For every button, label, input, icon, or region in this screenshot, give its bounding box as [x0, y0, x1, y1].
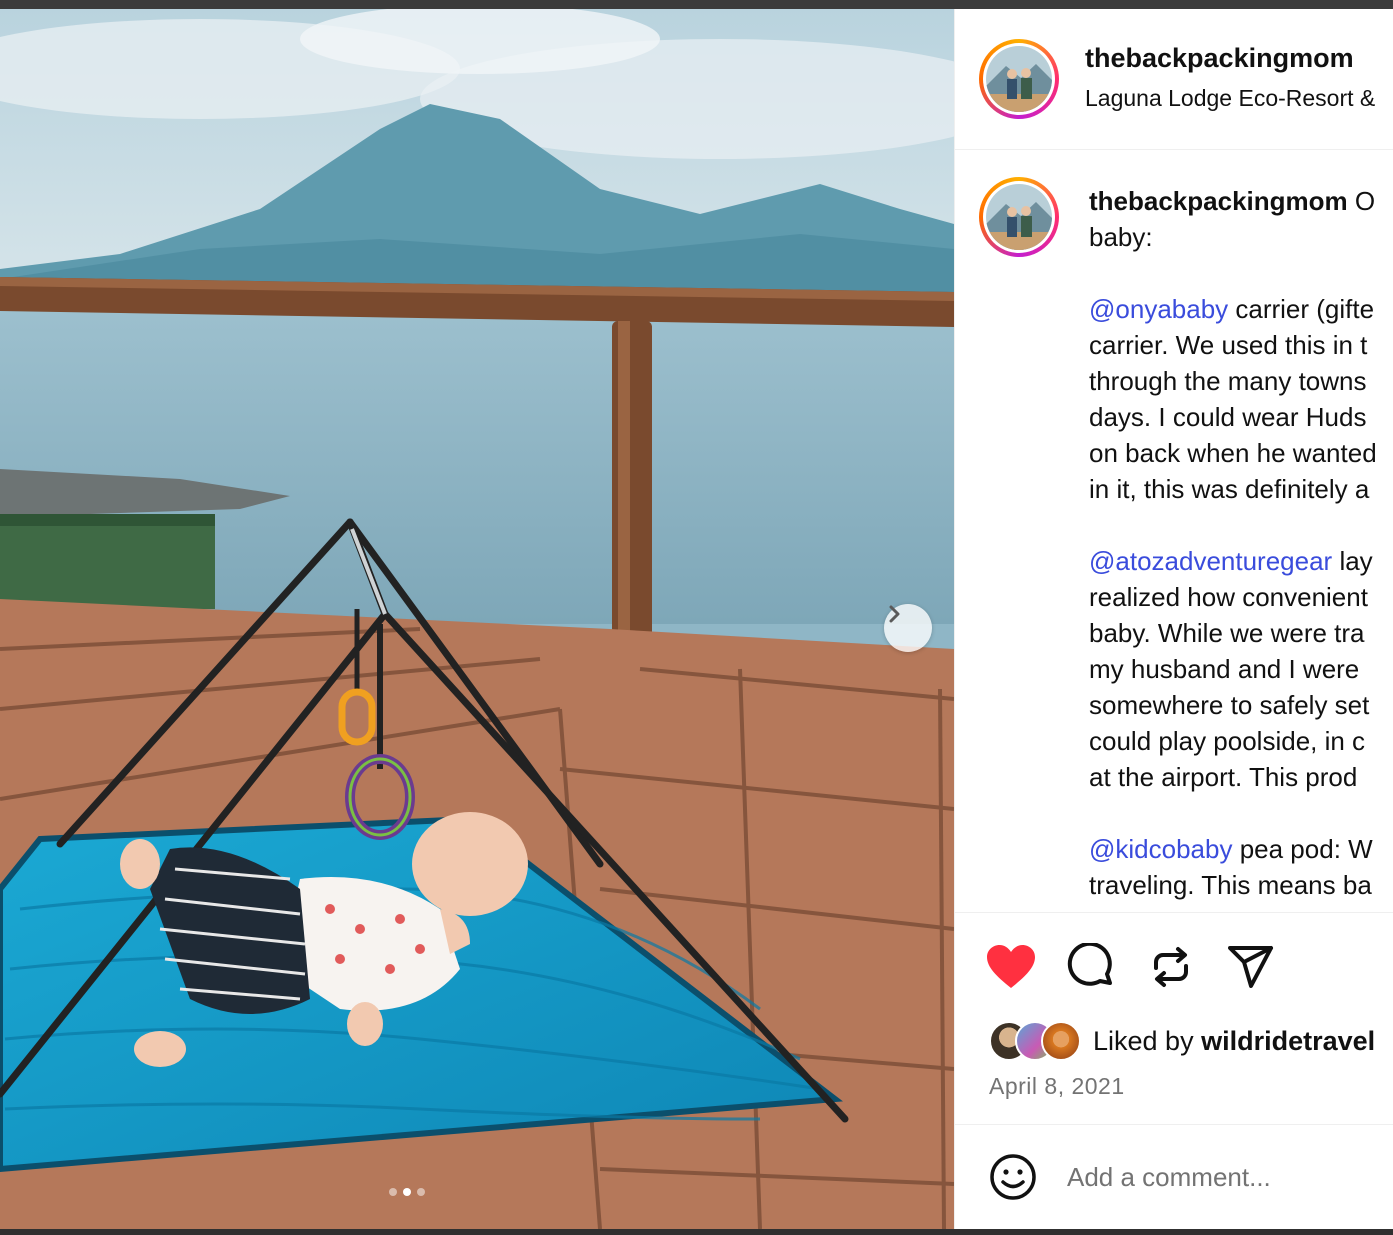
caption-line: lay — [1332, 546, 1373, 576]
carousel-dot — [417, 1188, 425, 1196]
mention-link[interactable]: @kidcobaby — [1089, 834, 1232, 864]
caption-line: days. I could wear Huds — [1089, 402, 1367, 432]
liker-avatar[interactable] — [1041, 1021, 1081, 1061]
mention-link[interactable]: @onyababy — [1089, 294, 1228, 324]
carousel-dot — [389, 1188, 397, 1196]
comment-input[interactable] — [1067, 1155, 1387, 1199]
caption-line: carrier (gifte — [1228, 294, 1375, 324]
caption-line: at the airport. This prod — [1089, 762, 1358, 792]
comment-icon — [1067, 943, 1112, 986]
next-slide-button[interactable] — [884, 604, 932, 652]
share-icon — [1228, 946, 1273, 988]
liked-by-username[interactable]: wildridetravel — [1201, 1026, 1375, 1056]
caption-line: through the many towns — [1089, 366, 1367, 396]
browser-bottom-strip — [0, 1229, 1393, 1235]
caption-scroll-area[interactable]: thebackpackingmom O baby: @onyababy carr… — [955, 150, 1393, 911]
chevron-right-icon — [889, 605, 900, 623]
post-side-panel: thebackpackingmom Laguna Lodge Eco-Resor… — [954, 9, 1393, 1229]
post-media[interactable] — [0, 9, 954, 1229]
carousel-indicator — [389, 1188, 425, 1196]
post-location[interactable]: Laguna Lodge Eco-Resort & — [1085, 85, 1375, 112]
caption-line: my husband and I were — [1089, 654, 1360, 684]
caption-line: baby: — [1089, 222, 1153, 252]
comment-bar — [955, 1124, 1393, 1229]
caption-line: on back when he wanted — [1089, 438, 1377, 468]
liked-by-prefix: Liked by — [1093, 1025, 1202, 1056]
caption-avatar[interactable] — [979, 177, 1059, 257]
emoji-button[interactable] — [989, 1153, 1037, 1201]
post-author-username[interactable]: thebackpackingmom — [1085, 43, 1354, 74]
like-button[interactable] — [985, 941, 1037, 993]
caption-text: thebackpackingmom O baby: @onyababy carr… — [1089, 183, 1393, 903]
post-header: thebackpackingmom Laguna Lodge Eco-Resor… — [955, 9, 1393, 150]
caption-line: baby. While we were tra — [1089, 618, 1365, 648]
share-button[interactable] — [1225, 941, 1277, 993]
browser-top-strip — [0, 0, 1393, 9]
avatar-photo — [986, 46, 1052, 112]
heart-icon — [987, 945, 1035, 988]
post-date[interactable]: April 8, 2021 — [989, 1073, 1125, 1100]
caption-line: O — [1347, 186, 1376, 216]
caption-line: in it, this was definitely a — [1089, 474, 1370, 504]
caption-username[interactable]: thebackpackingmom — [1089, 186, 1348, 216]
avatar[interactable] — [979, 39, 1059, 119]
caption-line: realized how convenient — [1089, 582, 1368, 612]
caption-line: somewhere to safely set — [1089, 690, 1370, 720]
caption-line: traveling. This means ba — [1089, 870, 1372, 900]
caption-line: pea pod: W — [1232, 834, 1373, 864]
repost-button[interactable] — [1145, 941, 1197, 993]
post-actions: Liked by wildridetravel April 8, 2021 — [955, 912, 1393, 1125]
avatar-photo — [986, 184, 1052, 250]
carousel-dot-active — [403, 1188, 411, 1196]
comment-button[interactable] — [1065, 941, 1117, 993]
caption-line: could play poolside, in c — [1089, 726, 1366, 756]
smiley-icon — [990, 1154, 1036, 1200]
liked-by: Liked by wildridetravel — [989, 1021, 1375, 1061]
caption-line: carrier. We used this in t — [1089, 330, 1368, 360]
post-photo — [0, 9, 954, 1229]
mention-link[interactable]: @atozadventuregear — [1089, 546, 1332, 576]
repost-icon — [1154, 947, 1188, 987]
